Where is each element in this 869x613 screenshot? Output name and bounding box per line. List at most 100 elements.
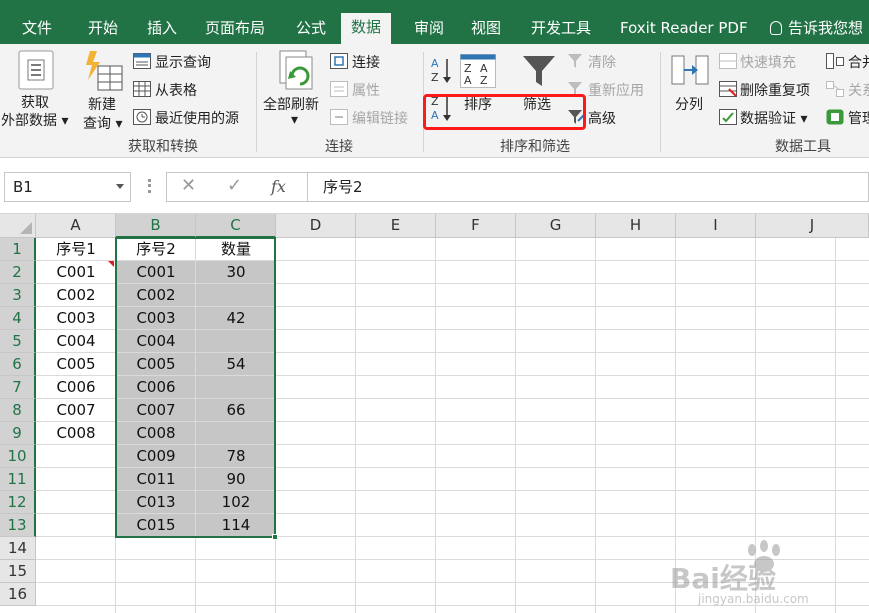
tell-me-search[interactable]: 告诉我您想 (770, 14, 863, 44)
tab-review[interactable]: 审阅 (404, 14, 454, 44)
chevron-down-icon[interactable]: ▾ (291, 112, 298, 128)
row-header-11[interactable]: 11 (0, 468, 36, 491)
column-header-h[interactable]: H (596, 214, 676, 238)
row-header-3[interactable]: 3 (0, 284, 36, 307)
tab-page-layout[interactable]: 页面布局 (195, 14, 275, 44)
cell-a3[interactable]: C002 (36, 284, 116, 307)
connections-button[interactable]: 连接 (352, 52, 380, 72)
tab-file[interactable]: 文件 (12, 14, 62, 44)
column-header-b[interactable]: B (116, 214, 196, 238)
row-header-6[interactable]: 6 (0, 353, 36, 376)
enter-icon[interactable]: ✓ (227, 175, 242, 196)
gridline-vertical (515, 238, 516, 613)
select-all-corner[interactable] (0, 214, 36, 238)
tab-data[interactable]: 数据 (341, 13, 392, 44)
sort-ascending-icon[interactable]: A Z (430, 56, 454, 86)
row-header-9[interactable]: 9 (0, 422, 36, 445)
reapply-button[interactable]: 重新应用 (588, 80, 644, 100)
row-header-7[interactable]: 7 (0, 376, 36, 399)
consolidate-icon (826, 53, 844, 69)
cell-a2[interactable]: C001 (36, 261, 116, 284)
get-external-data-icon[interactable] (18, 50, 54, 90)
row-header-12[interactable]: 12 (0, 491, 36, 514)
gridline-vertical (435, 238, 436, 613)
consolidate-button[interactable]: 合并 (848, 52, 869, 72)
refresh-all-button[interactable]: 全部刷新 (263, 94, 319, 114)
svg-text:Z: Z (431, 71, 439, 84)
chevron-down-icon[interactable] (116, 184, 124, 189)
flash-fill-button[interactable]: 快速填充 (740, 52, 796, 72)
from-table-button[interactable]: 从表格 (155, 80, 197, 100)
recent-sources-button[interactable]: 最近使用的源 (155, 108, 239, 128)
manage-data-model-button[interactable]: 管理 (848, 108, 869, 128)
column-header-a[interactable]: A (36, 214, 116, 238)
show-queries-icon (133, 53, 151, 69)
tab-foxit[interactable]: Foxit Reader PDF (610, 14, 758, 44)
row-header-5[interactable]: 5 (0, 330, 36, 353)
column-header-f[interactable]: F (436, 214, 516, 238)
cell-a4[interactable]: C003 (36, 307, 116, 330)
tab-view[interactable]: 视图 (461, 14, 511, 44)
remove-duplicates-button[interactable]: 删除重复项 (740, 80, 810, 100)
cancel-icon[interactable]: ✕ (181, 175, 196, 196)
new-query-line1[interactable]: 新建 (88, 94, 116, 114)
group-separator (660, 52, 661, 152)
get-external-data-line2[interactable]: 外部数据 ▾ (1, 110, 68, 130)
new-query-icon[interactable] (84, 50, 124, 92)
clear-button[interactable]: 清除 (588, 52, 616, 72)
row-header-13[interactable]: 13 (0, 514, 36, 537)
formula-bar-grip[interactable] (148, 179, 151, 193)
filter-icon[interactable] (521, 54, 557, 88)
text-to-columns-button[interactable]: 分列 (675, 94, 703, 114)
cell-a6[interactable]: C005 (36, 353, 116, 376)
column-header-i[interactable]: I (676, 214, 756, 238)
relationships-icon (826, 81, 844, 97)
svg-text:A: A (431, 57, 439, 70)
fill-handle[interactable] (272, 534, 278, 540)
column-header-c[interactable]: C (196, 214, 276, 238)
cell-a1[interactable]: 序号1 (36, 238, 116, 261)
tab-home[interactable]: 开始 (78, 14, 128, 44)
advanced-button[interactable]: 高级 (588, 108, 616, 128)
properties-icon (330, 81, 348, 97)
row-header-2[interactable]: 2 (0, 261, 36, 284)
column-header-j[interactable]: J (756, 214, 869, 238)
cell-a9[interactable]: C008 (36, 422, 116, 445)
show-queries-button[interactable]: 显示查询 (155, 52, 211, 72)
formula-buttons: ✕ ✓ fx (166, 172, 308, 202)
row-header-1[interactable]: 1 (0, 238, 36, 261)
svg-text:Z: Z (480, 74, 488, 87)
edit-links-button[interactable]: 编辑链接 (352, 108, 408, 128)
comment-indicator (108, 261, 114, 267)
gridline-vertical (355, 238, 356, 613)
text-to-columns-icon[interactable] (670, 54, 710, 88)
insert-function-icon[interactable]: fx (271, 177, 286, 196)
ribbon-tab-bar: 文件 开始 插入 页面布局 公式 数据 审阅 视图 开发工具 Foxit Rea… (0, 0, 869, 44)
name-box-value: B1 (13, 178, 33, 196)
row-header-4[interactable]: 4 (0, 307, 36, 330)
get-external-data-line1[interactable]: 获取 (21, 92, 49, 112)
name-box[interactable]: B1 (4, 172, 131, 202)
row-header-15[interactable]: 15 (0, 560, 36, 583)
tab-developer[interactable]: 开发工具 (521, 14, 601, 44)
cell-a7[interactable]: C006 (36, 376, 116, 399)
recent-sources-icon (133, 109, 151, 125)
sort-icon[interactable]: Z A A Z (460, 54, 496, 88)
column-header-e[interactable]: E (356, 214, 436, 238)
new-query-line2[interactable]: 查询 ▾ (83, 113, 122, 133)
row-header-8[interactable]: 8 (0, 399, 36, 422)
formula-input[interactable]: 序号2 (307, 172, 869, 202)
properties-button[interactable]: 属性 (352, 80, 380, 100)
row-header-16[interactable]: 16 (0, 583, 36, 606)
data-validation-button[interactable]: 数据验证 ▾ (740, 108, 807, 128)
relationships-button[interactable]: 关系 (848, 80, 869, 100)
row-header-14[interactable]: 14 (0, 537, 36, 560)
row-header-10[interactable]: 10 (0, 445, 36, 468)
cell-a5[interactable]: C004 (36, 330, 116, 353)
tab-formulas[interactable]: 公式 (286, 14, 336, 44)
cell-a8[interactable]: C007 (36, 399, 116, 422)
refresh-all-icon[interactable] (276, 50, 316, 92)
column-header-d[interactable]: D (276, 214, 356, 238)
tab-insert[interactable]: 插入 (137, 14, 187, 44)
column-header-g[interactable]: G (516, 214, 596, 238)
